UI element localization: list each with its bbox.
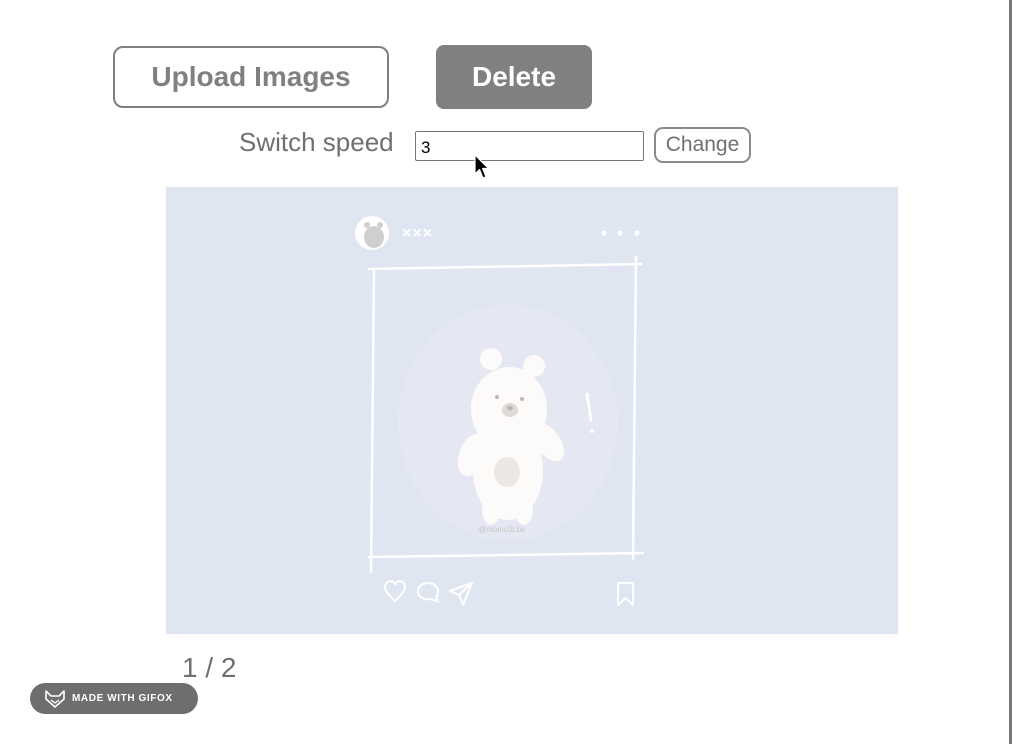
slideshow-image: ××× @momo2i.bk xyxy=(166,187,898,634)
gifox-badge: MADE WITH GIFOX xyxy=(30,683,198,714)
change-speed-button[interactable]: Change xyxy=(654,127,751,163)
more-dots-icon xyxy=(601,230,640,236)
delete-button[interactable]: Delete xyxy=(436,45,592,109)
fox-logo-icon xyxy=(45,689,65,708)
switch-speed-label: Switch speed xyxy=(239,127,394,157)
illustration-watermark: @momo2i.bk xyxy=(478,525,526,534)
slide-counter: 1 / 2 xyxy=(182,652,237,683)
bookmark-icon xyxy=(617,582,634,606)
app-page: Upload Images Delete Switch speed Change xyxy=(0,0,1012,744)
gifox-badge-text: MADE WITH GIFOX xyxy=(72,693,173,704)
post-illustration xyxy=(355,216,645,606)
post-username: ××× xyxy=(402,225,434,242)
avatar-icon xyxy=(355,216,389,250)
comment-icon xyxy=(416,581,440,603)
mouse-cursor-icon xyxy=(474,154,490,179)
switch-speed-input[interactable] xyxy=(415,131,644,161)
send-icon xyxy=(449,582,473,606)
heart-icon xyxy=(383,579,407,603)
upload-images-button[interactable]: Upload Images xyxy=(113,46,389,108)
